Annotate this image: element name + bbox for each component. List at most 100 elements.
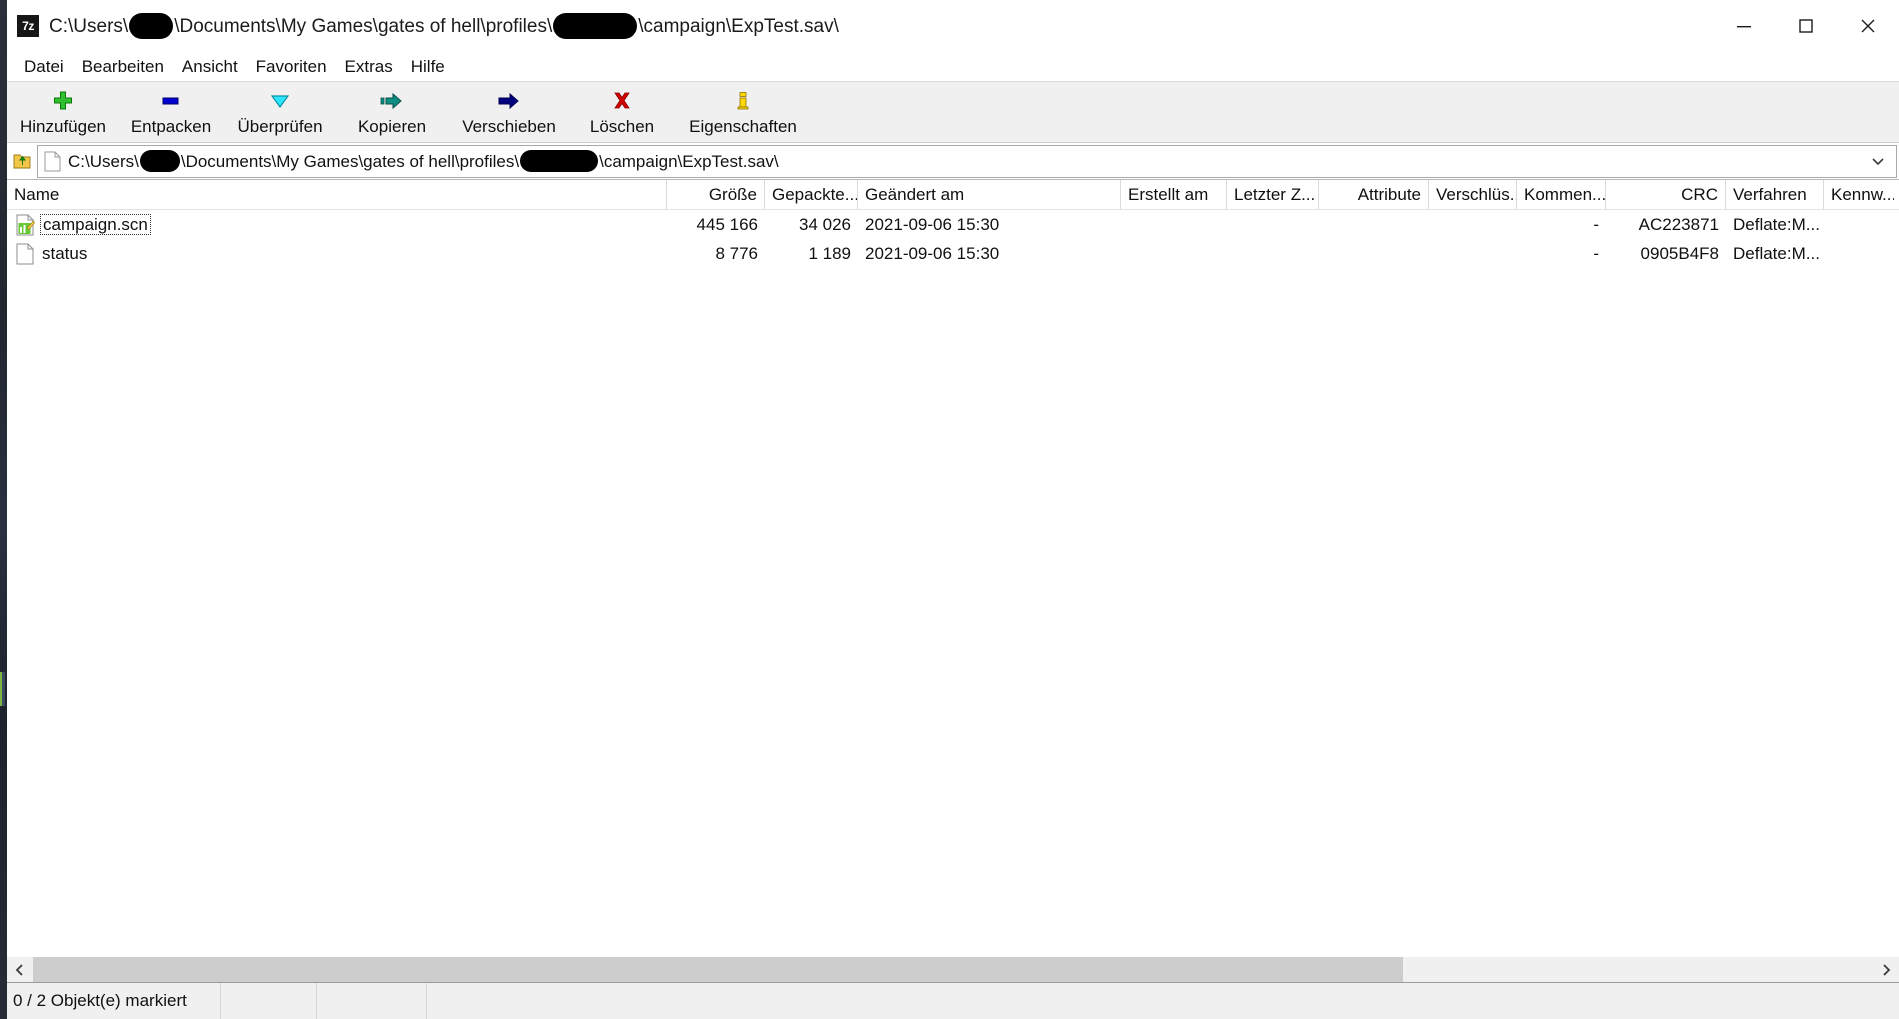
- file-name-label: campaign.scn: [40, 214, 151, 235]
- cell-comment: -: [1593, 215, 1599, 234]
- toolbar-label-add: Hinzufügen: [19, 117, 106, 136]
- window-title-prefix: C:\Users\: [49, 15, 129, 37]
- seven-zip-window: 7z C:\Users\ \Documents\My Games\gates o…: [7, 0, 1899, 1019]
- status-cell-3: [317, 983, 427, 1019]
- column-header-method[interactable]: Verfahren: [1726, 180, 1824, 209]
- toolbar-label-properties: Eigenschaften: [689, 117, 797, 136]
- status-cell-4: [427, 983, 1899, 1019]
- cell-method: Deflate:M...: [1733, 244, 1820, 263]
- cell-name[interactable]: campaign.scn: [7, 214, 667, 236]
- toolbar-button-delete[interactable]: Löschen: [571, 86, 673, 142]
- scroll-left-button[interactable]: [7, 957, 33, 982]
- column-header-password[interactable]: Kennw...: [1824, 180, 1894, 209]
- plus-icon: [45, 88, 81, 114]
- cell-comment: -: [1593, 244, 1599, 263]
- minimize-button[interactable]: [1713, 0, 1775, 52]
- minimize-icon: [1737, 26, 1751, 28]
- check-chevron-icon: [262, 88, 298, 114]
- status-bar: 0 / 2 Objekt(e) markiert: [7, 982, 1899, 1019]
- column-header-modified[interactable]: Geändert am: [858, 180, 1121, 209]
- blank-file-icon: [15, 243, 35, 265]
- up-one-level-button[interactable]: [7, 143, 37, 179]
- app-icon-7zip: 7z: [17, 15, 39, 37]
- toolbar-button-properties[interactable]: Eigenschaften: [673, 86, 813, 142]
- column-header-encrypted[interactable]: Verschlüs...: [1429, 180, 1517, 209]
- extract-icon: [153, 88, 189, 114]
- address-bar: C:\Users\ \Documents\My Games\gates of h…: [7, 143, 1899, 180]
- path-dropdown-button[interactable]: [1860, 146, 1896, 177]
- maximize-icon: [1799, 19, 1813, 33]
- path-combobox[interactable]: C:\Users\ \Documents\My Games\gates of h…: [37, 144, 1897, 178]
- path-prefix: C:\Users\: [68, 151, 139, 171]
- toolbar: Hinzufügen Entpacken Überprüfen Kopieren…: [7, 82, 1899, 143]
- file-list-header: Name Größe Gepackte... Geändert am Erste…: [7, 180, 1899, 210]
- toolbar-button-add[interactable]: Hinzufügen: [7, 86, 119, 142]
- menu-item-datei[interactable]: Datei: [15, 58, 73, 75]
- cell-size: 8 776: [715, 244, 758, 263]
- redacted-username-path: [139, 150, 180, 172]
- copy-arrow-icon: [374, 88, 410, 114]
- status-selection: 0 / 2 Objekt(e) markiert: [7, 983, 221, 1019]
- column-header-created[interactable]: Erstellt am: [1121, 180, 1227, 209]
- toolbar-button-copy[interactable]: Kopieren: [337, 86, 447, 142]
- column-header-size[interactable]: Größe: [667, 180, 765, 209]
- info-icon: [725, 88, 761, 114]
- background-app-strip: [0, 0, 7, 1019]
- menu-item-ansicht[interactable]: Ansicht: [173, 58, 247, 75]
- menu-bar: Datei Bearbeiten Ansicht Favoriten Extra…: [7, 52, 1899, 82]
- cell-name[interactable]: status: [7, 243, 667, 265]
- window-title-suffix: \campaign\ExpTest.sav\: [638, 15, 839, 37]
- menu-item-bearbeiten[interactable]: Bearbeiten: [73, 58, 173, 75]
- scenario-file-icon: [15, 214, 35, 236]
- cell-method: Deflate:M...: [1733, 215, 1820, 234]
- scroll-right-button[interactable]: [1873, 957, 1899, 982]
- background-app-accent-bar: [0, 672, 2, 706]
- status-cell-2: [221, 983, 317, 1019]
- move-arrow-icon: [491, 88, 527, 114]
- chevron-down-icon: [1872, 158, 1884, 166]
- menu-item-favoriten[interactable]: Favoriten: [247, 58, 336, 75]
- close-icon: [1861, 19, 1875, 33]
- redacted-profile-title: [553, 13, 638, 39]
- path-suffix: \campaign\ExpTest.sav\: [599, 151, 779, 171]
- toolbar-label-delete: Löschen: [589, 117, 655, 136]
- toolbar-button-extract[interactable]: Entpacken: [119, 86, 223, 142]
- app-icon-label: 7z: [19, 17, 37, 35]
- menu-item-extras[interactable]: Extras: [336, 58, 402, 75]
- column-header-packed[interactable]: Gepackte...: [765, 180, 858, 209]
- horizontal-scrollbar[interactable]: [7, 956, 1899, 982]
- redacted-username-title: [129, 13, 174, 39]
- scrollbar-thumb[interactable]: [33, 957, 1403, 982]
- column-header-crc[interactable]: CRC: [1606, 180, 1726, 209]
- column-header-comment[interactable]: Kommen...: [1517, 180, 1606, 209]
- window-title: C:\Users\ \Documents\My Games\gates of h…: [49, 13, 839, 39]
- path-mid: \Documents\My Games\gates of hell\profil…: [180, 151, 520, 171]
- cell-crc: AC223871: [1638, 215, 1719, 234]
- window-title-mid: \Documents\My Games\gates of hell\profil…: [174, 15, 553, 37]
- toolbar-button-move[interactable]: Verschieben: [447, 86, 571, 142]
- column-header-attributes[interactable]: Attribute: [1319, 180, 1429, 209]
- file-name-label: status: [42, 244, 88, 263]
- table-row[interactable]: campaign.scn 445 166 34 026 2021-09-06 1…: [7, 210, 1899, 239]
- cell-crc: 0905B4F8: [1640, 244, 1719, 263]
- file-list[interactable]: campaign.scn 445 166 34 026 2021-09-06 1…: [7, 210, 1899, 956]
- toolbar-button-test[interactable]: Überprüfen: [223, 86, 337, 142]
- cell-modified: 2021-09-06 15:30: [865, 215, 1000, 234]
- window-controls: [1713, 0, 1899, 52]
- toolbar-label-test: Überprüfen: [237, 117, 323, 136]
- cell-packed: 1 189: [808, 244, 851, 263]
- table-row[interactable]: status 8 776 1 189 2021-09-06 15:30 - 09…: [7, 239, 1899, 268]
- column-header-accessed[interactable]: Letzter Z...: [1227, 180, 1319, 209]
- menu-item-hilfe[interactable]: Hilfe: [402, 58, 454, 75]
- cell-packed: 34 026: [799, 215, 851, 234]
- title-bar: 7z C:\Users\ \Documents\My Games\gates o…: [7, 0, 1899, 52]
- column-header-name[interactable]: Name: [7, 180, 667, 209]
- scrollbar-track[interactable]: [33, 957, 1873, 982]
- chevron-right-icon: [1883, 963, 1891, 976]
- path-text: C:\Users\ \Documents\My Games\gates of h…: [68, 150, 779, 172]
- close-button[interactable]: [1837, 0, 1899, 52]
- up-folder-icon: [13, 154, 30, 168]
- maximize-button[interactable]: [1775, 0, 1837, 52]
- redacted-profile-path: [520, 150, 599, 172]
- cell-size: 445 166: [696, 215, 758, 234]
